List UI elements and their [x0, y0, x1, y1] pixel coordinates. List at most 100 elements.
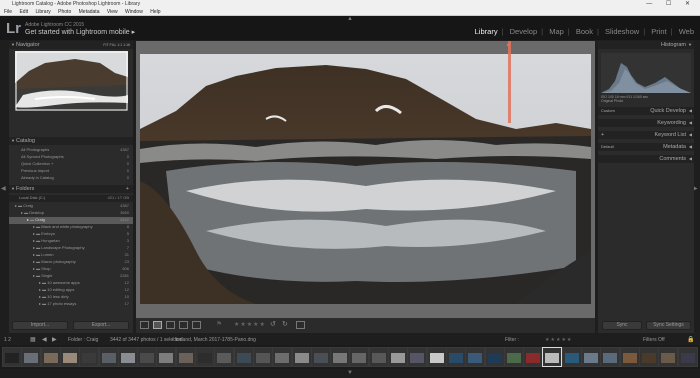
filmstrip-thumbnail[interactable]	[581, 347, 601, 367]
get-started-label[interactable]: Get started with Lightroom mobile	[25, 29, 130, 36]
selected-file-name[interactable]: / Iceland, March 2017-1785-Pano.dng	[172, 335, 256, 345]
window-controls[interactable]: — ☐ ✕	[646, 0, 696, 8]
filmstrip-thumbnail[interactable]	[233, 347, 254, 367]
folder-row[interactable]: ▸ ▬ Lumen 31	[9, 252, 133, 259]
filmstrip-thumbnail[interactable]	[368, 347, 389, 367]
filmstrip-thumbnail[interactable]	[156, 347, 177, 367]
grid-view-icon[interactable]	[140, 321, 149, 329]
folder-row[interactable]: ▸ ▬ Black and white photography 8	[9, 224, 133, 231]
filter-lock-icon[interactable]: 🔒	[687, 335, 694, 345]
module-library[interactable]: Library	[475, 27, 498, 36]
folder-row[interactable]: ▸ ▬ Embryo 5	[9, 231, 133, 238]
grid-icon[interactable]: ▦	[30, 335, 36, 345]
filter-stars-icon[interactable]: ★★★★★	[545, 335, 572, 345]
bottom-panel-toggle-icon[interactable]: ▼	[347, 370, 353, 376]
filmstrip-thumbnail[interactable]	[619, 347, 640, 367]
sync-button[interactable]: Sync	[602, 321, 642, 330]
rotate-left-icon[interactable]: ↺	[270, 320, 276, 328]
filmstrip-thumbnail[interactable]	[59, 347, 80, 367]
metadata-header[interactable]: Metadata ◀ Default	[598, 143, 694, 151]
filmstrip-thumbnail[interactable]	[407, 347, 428, 367]
filmstrip-thumbnail[interactable]	[465, 347, 486, 367]
folder-path[interactable]: Folder : Craig	[68, 335, 98, 345]
catalog-item-previous-import[interactable]: Previous Import 0	[9, 168, 133, 173]
folder-row[interactable]: ▸ ▬ Single 2281	[9, 273, 133, 280]
quick-develop-preset[interactable]: Custom	[601, 107, 615, 115]
menu-library[interactable]: Library	[35, 9, 50, 15]
filmstrip-thumbnail[interactable]	[214, 347, 235, 367]
filmstrip-thumbnail[interactable]	[542, 347, 563, 367]
filmstrip-thumbnail[interactable]	[561, 347, 582, 367]
folder-row[interactable]: ▸ ▬ Macro photography 23	[9, 259, 133, 266]
filmstrip-thumbnail[interactable]	[484, 347, 505, 367]
histogram-header[interactable]: Histogram ▼	[598, 41, 694, 49]
navigator-preview[interactable]	[15, 51, 128, 111]
filmstrip-thumbnail[interactable]	[600, 347, 621, 367]
get-started-link[interactable]: Get started with Lightroom mobile ▸	[25, 28, 135, 36]
filmstrip-thumbnail[interactable]	[310, 347, 331, 367]
filmstrip-thumbnail[interactable]	[523, 347, 544, 367]
folder-row[interactable]: ▸ ▬ Hungarian 3	[9, 238, 133, 245]
filmstrip-thumbnail[interactable]	[21, 347, 42, 367]
forward-arrow-icon[interactable]: ▶	[52, 335, 57, 345]
filmstrip-thumbnail[interactable]	[79, 347, 100, 367]
top-panel-toggle-icon[interactable]: ▲	[347, 16, 353, 22]
volume-row[interactable]: Local Disk (C:) 421 / 1T GB	[9, 195, 133, 202]
filmstrip-thumbnail[interactable]	[252, 347, 273, 367]
loupe-view[interactable]	[136, 41, 595, 318]
folder-row[interactable]: ▸ ▬ 10 less dirty 10	[9, 294, 133, 301]
module-print[interactable]: Print	[651, 27, 666, 36]
menu-photo[interactable]: Photo	[58, 9, 71, 15]
folder-row[interactable]: ▸ ▬ Landscape Photography 7	[9, 245, 133, 252]
folders-header[interactable]: ▼ Folders +	[9, 185, 133, 193]
filters-off-dropdown[interactable]: Filters Off	[643, 335, 665, 345]
catalog-item-all-photographs[interactable]: All Photographs 4387	[9, 147, 133, 152]
quick-develop-header[interactable]: Quick Develop ◀ Custom	[598, 107, 694, 115]
filmstrip-thumbnail[interactable]	[291, 347, 312, 367]
add-folder-icon[interactable]: +	[126, 185, 129, 193]
loupe-view-icon[interactable]	[153, 321, 162, 329]
menu-window[interactable]: Window	[125, 9, 143, 15]
filmstrip-thumbnail[interactable]	[503, 347, 524, 367]
filmstrip-thumbnail[interactable]	[658, 347, 679, 367]
filmstrip-thumbnail[interactable]	[272, 347, 293, 367]
left-panel-toggle-icon[interactable]: ◀	[1, 185, 6, 192]
export-button[interactable]: Export...	[73, 321, 129, 330]
navigator-header[interactable]: ▼ Navigator FIT FILL 1:1 1:16	[9, 41, 133, 49]
menu-file[interactable]: File	[4, 9, 12, 15]
folder-row[interactable]: ▸ ▬ Craig 3442	[9, 217, 133, 224]
catalog-item-already-in-catalog[interactable]: Already in Catalog 0	[9, 175, 133, 180]
sync-settings-button[interactable]: Sync Settings	[646, 321, 691, 330]
page-numbers[interactable]: 1 2	[4, 335, 11, 345]
metadata-preset[interactable]: Default	[601, 143, 614, 151]
survey-view-icon[interactable]	[179, 321, 188, 329]
filmstrip-thumbnail[interactable]	[195, 347, 215, 367]
folder-row[interactable]: ▸ ▬ 17 photo essays 17	[9, 301, 133, 308]
back-arrow-icon[interactable]: ◀	[42, 335, 47, 345]
star-rating[interactable]: ★★★★★	[234, 321, 266, 328]
filmstrip-thumbnail[interactable]	[2, 347, 22, 367]
menu-metadata[interactable]: Metadata	[79, 9, 100, 15]
filmstrip-thumbnail[interactable]	[330, 347, 351, 367]
import-button[interactable]: Import...	[12, 321, 68, 330]
compare-view-icon[interactable]	[166, 321, 175, 329]
keywording-header[interactable]: Keywording ◀	[598, 119, 694, 127]
painter-icon[interactable]	[296, 321, 305, 329]
module-book[interactable]: Book	[576, 27, 593, 36]
module-develop[interactable]: Develop	[510, 27, 538, 36]
filmstrip-thumbnail[interactable]	[677, 347, 698, 367]
folder-row[interactable]: ▸ ▬ Desktop 3650	[9, 210, 133, 217]
folder-row[interactable]: ▸ ▬ Shop 606	[9, 266, 133, 273]
module-slideshow[interactable]: Slideshow	[605, 27, 639, 36]
filmstrip-thumbnail[interactable]	[175, 347, 196, 367]
filmstrip-thumbnail[interactable]	[98, 347, 119, 367]
people-view-icon[interactable]	[192, 321, 201, 329]
keyword-list-header[interactable]: Keyword List ◀ +	[598, 131, 694, 139]
folder-row[interactable]: ▸ ▬ 10 awesome apps 12	[9, 280, 133, 287]
module-map[interactable]: Map	[549, 27, 564, 36]
filmstrip-thumbnail[interactable]	[40, 347, 61, 367]
catalog-header[interactable]: ▼ Catalog	[9, 137, 133, 145]
menu-edit[interactable]: Edit	[19, 9, 28, 15]
menu-view[interactable]: View	[107, 9, 118, 15]
filmstrip-thumbnail[interactable]	[117, 347, 138, 367]
